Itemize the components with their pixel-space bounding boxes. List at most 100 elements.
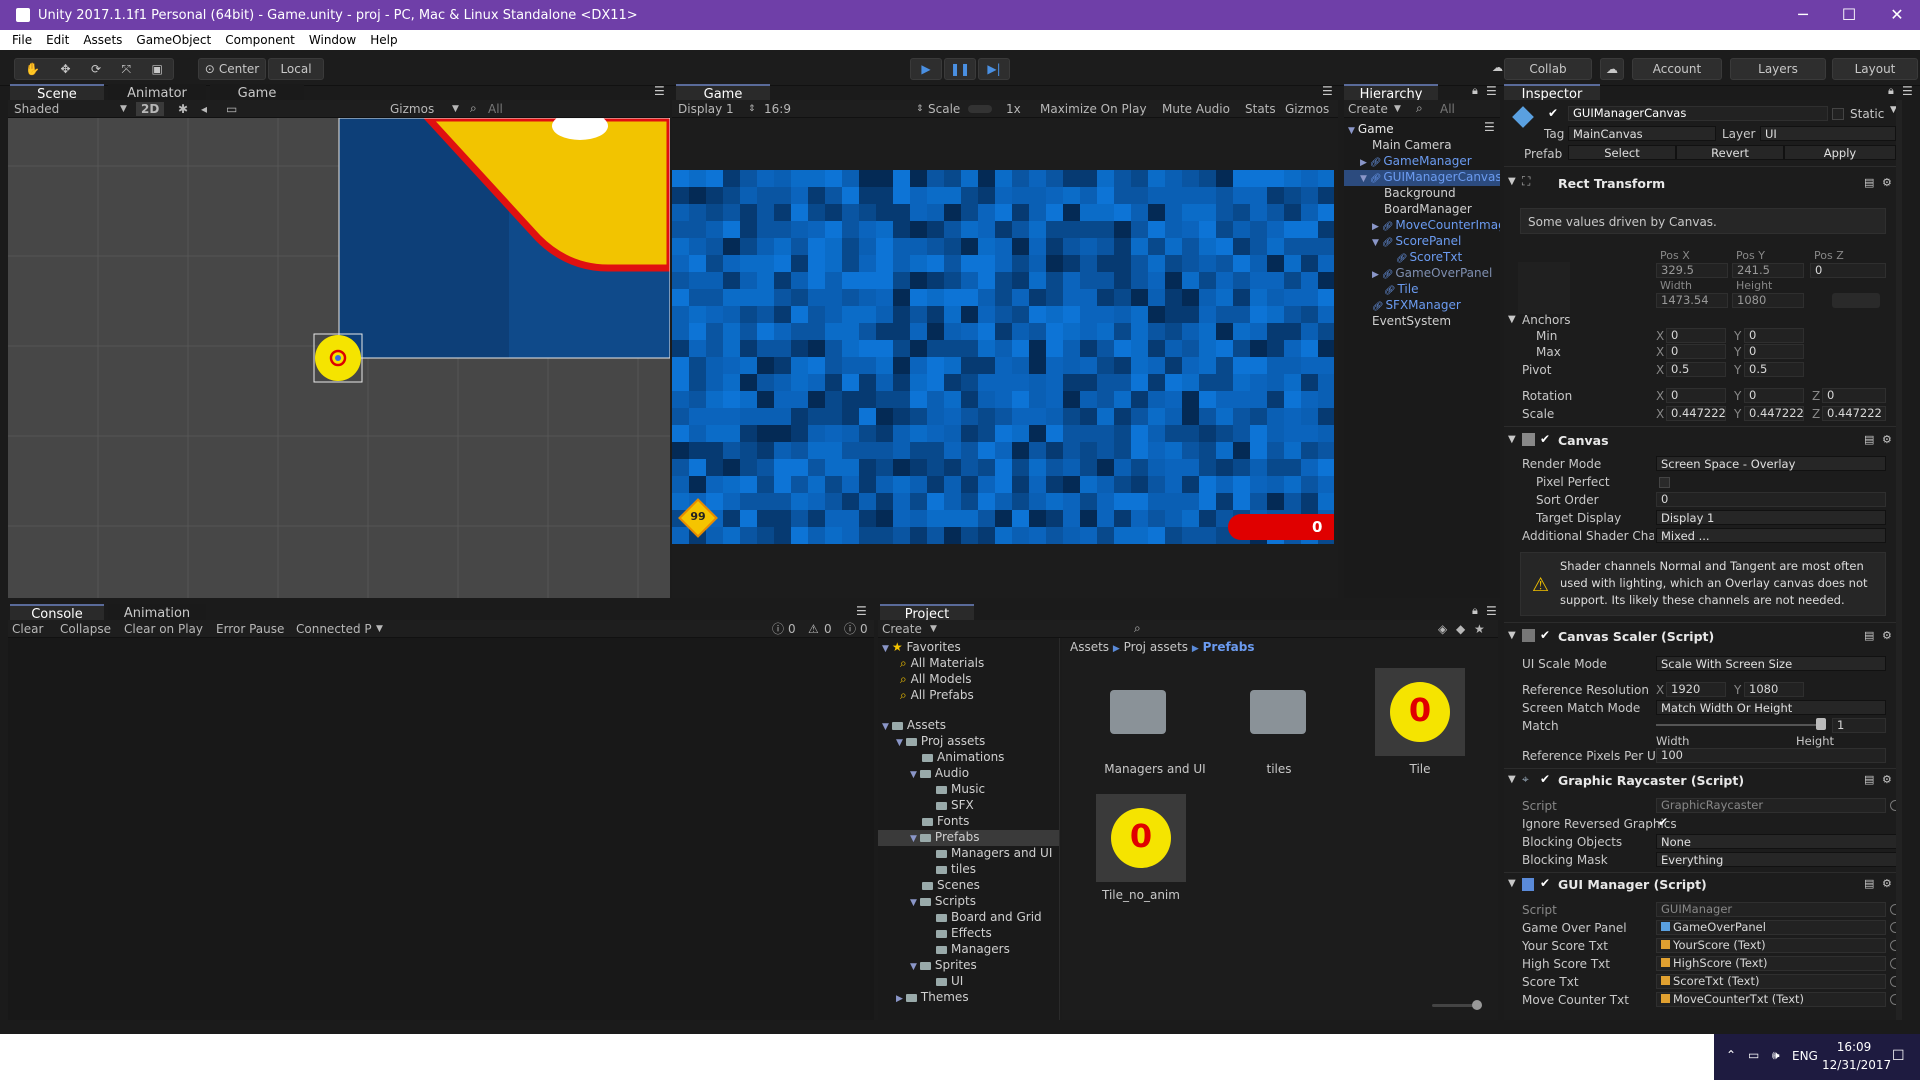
board-cell[interactable] xyxy=(1148,408,1165,425)
board-cell[interactable] xyxy=(859,170,876,187)
board-cell[interactable] xyxy=(1233,323,1250,340)
board-cell[interactable] xyxy=(1131,459,1148,476)
board-cell[interactable] xyxy=(1233,459,1250,476)
board-cell[interactable] xyxy=(910,357,927,374)
board-cell[interactable] xyxy=(1012,459,1029,476)
board-cell[interactable] xyxy=(910,289,927,306)
board-cell[interactable] xyxy=(1012,255,1029,272)
move-icon[interactable]: ✥ xyxy=(61,62,71,76)
board-cell[interactable] xyxy=(910,442,927,459)
board-cell[interactable] xyxy=(706,408,723,425)
board-cell[interactable] xyxy=(1318,425,1334,442)
folder-expand-arrow-icon[interactable]: ▼ xyxy=(910,770,917,780)
board-cell[interactable] xyxy=(927,221,944,238)
board-cell[interactable] xyxy=(961,476,978,493)
board-cell[interactable] xyxy=(1080,187,1097,204)
board-cell[interactable] xyxy=(740,425,757,442)
layout-button[interactable]: Layout xyxy=(1832,58,1918,80)
board-cell[interactable] xyxy=(757,238,774,255)
board-cell[interactable] xyxy=(1301,289,1318,306)
board-cell[interactable] xyxy=(1199,425,1216,442)
board-cell[interactable] xyxy=(1012,289,1029,306)
board-cell[interactable] xyxy=(961,357,978,374)
board-cell[interactable] xyxy=(1063,357,1080,374)
lighting-toggle-icon[interactable]: ✱ xyxy=(178,102,188,116)
board-cell[interactable] xyxy=(1029,255,1046,272)
board-cell[interactable] xyxy=(978,289,995,306)
gui-object-reference-field[interactable]: YourScore (Text) xyxy=(1656,938,1886,953)
menu-file[interactable]: File xyxy=(12,33,32,47)
board-cell[interactable] xyxy=(1284,340,1301,357)
board-cell[interactable] xyxy=(876,459,893,476)
board-cell[interactable] xyxy=(672,493,689,510)
board-cell[interactable] xyxy=(740,493,757,510)
scale-z-field[interactable]: 0.447222 xyxy=(1822,406,1886,421)
filter-type-icon[interactable]: ◈ xyxy=(1438,622,1447,636)
board-cell[interactable] xyxy=(825,289,842,306)
board-cell[interactable] xyxy=(1063,459,1080,476)
board-cell[interactable] xyxy=(1063,442,1080,459)
error-pause-button[interactable]: Error Pause xyxy=(216,622,284,636)
board-cell[interactable] xyxy=(1284,408,1301,425)
mute-audio-toggle[interactable]: Mute Audio xyxy=(1162,102,1230,116)
match-value-field[interactable]: 1 xyxy=(1832,718,1886,733)
board-cell[interactable] xyxy=(774,221,791,238)
board-cell[interactable] xyxy=(825,238,842,255)
board-cell[interactable] xyxy=(1284,255,1301,272)
hierarchy-item[interactable]: Main Camera xyxy=(1344,138,1500,154)
board-cell[interactable] xyxy=(1097,510,1114,527)
board-cell[interactable] xyxy=(791,374,808,391)
board-cell[interactable] xyxy=(893,357,910,374)
board-cell[interactable] xyxy=(723,391,740,408)
gizmos-dropdown[interactable]: Gizmos xyxy=(390,102,434,116)
board-cell[interactable] xyxy=(961,255,978,272)
board-cell[interactable] xyxy=(859,323,876,340)
anchor-min-y-field[interactable]: 0 xyxy=(1744,328,1804,343)
match-slider-knob[interactable] xyxy=(1816,718,1826,730)
board-cell[interactable] xyxy=(842,204,859,221)
favorite-star-icon[interactable]: ★ xyxy=(1474,622,1485,636)
folder-icon[interactable] xyxy=(1250,690,1306,734)
board-cell[interactable] xyxy=(689,425,706,442)
board-cell[interactable] xyxy=(1250,306,1267,323)
board-cell[interactable] xyxy=(859,408,876,425)
board-cell[interactable] xyxy=(1114,391,1131,408)
board-cell[interactable] xyxy=(1097,408,1114,425)
project-folder-item[interactable]: tiles xyxy=(878,862,1059,878)
board-cell[interactable] xyxy=(927,374,944,391)
board-cell[interactable] xyxy=(791,425,808,442)
board-cell[interactable] xyxy=(825,323,842,340)
board-cell[interactable] xyxy=(1301,238,1318,255)
inspector-scrollbar[interactable] xyxy=(1896,100,1902,1020)
board-cell[interactable] xyxy=(1165,187,1182,204)
board-cell[interactable] xyxy=(893,221,910,238)
board-cell[interactable] xyxy=(1199,527,1216,544)
board-cell[interactable] xyxy=(1216,272,1233,289)
board-cell[interactable] xyxy=(689,306,706,323)
hierarchy-item[interactable]: ▼ 🔗︎ ScorePanel xyxy=(1344,234,1500,250)
board-cell[interactable] xyxy=(723,425,740,442)
board-cell[interactable] xyxy=(1097,425,1114,442)
board-cell[interactable] xyxy=(944,204,961,221)
board-cell[interactable] xyxy=(859,306,876,323)
board-cell[interactable] xyxy=(1267,459,1284,476)
board-cell[interactable] xyxy=(825,374,842,391)
expand-arrow-icon[interactable]: ▼ xyxy=(1372,238,1379,248)
pivot-center-button[interactable]: ⊙ Center xyxy=(198,58,266,80)
board-cell[interactable] xyxy=(1080,408,1097,425)
board-cell[interactable] xyxy=(910,408,927,425)
board-cell[interactable] xyxy=(1216,187,1233,204)
expand-arrow-icon[interactable]: ▼ xyxy=(1360,174,1367,184)
board-cell[interactable] xyxy=(706,340,723,357)
asset-label-tiles[interactable]: tiles xyxy=(1238,762,1320,776)
board-cell[interactable] xyxy=(689,408,706,425)
board-cell[interactable] xyxy=(1250,459,1267,476)
board-cell[interactable] xyxy=(876,306,893,323)
board-cell[interactable] xyxy=(995,510,1012,527)
board-cell[interactable] xyxy=(825,340,842,357)
board-cell[interactable] xyxy=(1097,493,1114,510)
board-cell[interactable] xyxy=(1301,306,1318,323)
board-cell[interactable] xyxy=(1046,238,1063,255)
board-cell[interactable] xyxy=(859,527,876,544)
board-cell[interactable] xyxy=(1233,340,1250,357)
